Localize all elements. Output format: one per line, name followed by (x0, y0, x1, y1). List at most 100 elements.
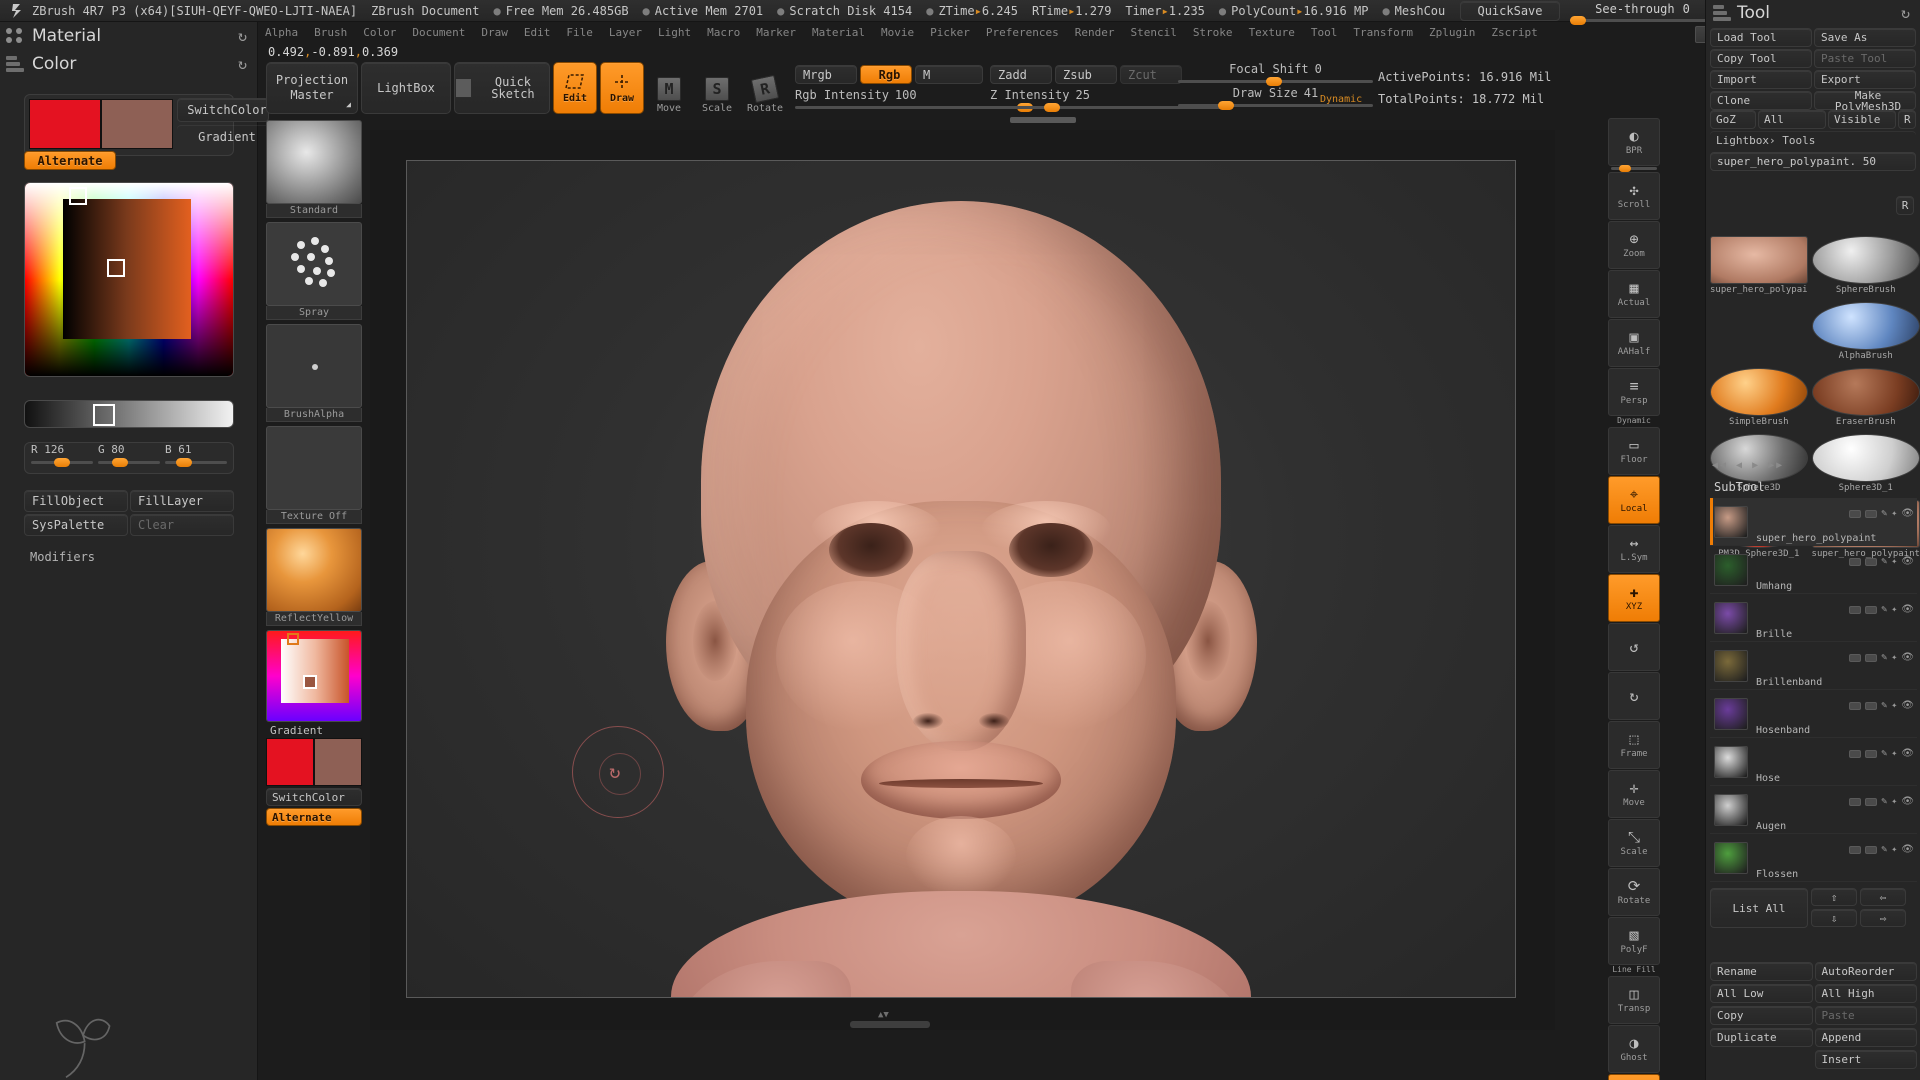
sculpt-canvas[interactable]: ↻ (406, 160, 1516, 998)
gradient-button[interactable]: Gradient (177, 125, 269, 149)
focal-shift-slider[interactable]: Focal Shift 0 (1178, 62, 1373, 86)
syspalette-button[interactable]: SysPalette (24, 514, 128, 536)
subtool-row-brille[interactable]: ✎ ✦ 👁 Brille (1710, 594, 1917, 642)
lightbox-tools-label[interactable]: Lightbox› Tools (1710, 131, 1916, 150)
rail-bpr-slider[interactable] (1611, 165, 1657, 172)
primary-color-swatch[interactable] (29, 99, 101, 149)
saturation-value-field[interactable] (63, 199, 191, 339)
list-all-button[interactable]: List All (1710, 888, 1808, 928)
subtool-icons-5[interactable]: ✎ ✦ 👁 (1849, 748, 1914, 759)
current-tool-row[interactable]: super_hero_polypaint. 50 (1710, 152, 1916, 171)
make-polymesh3d-button[interactable]: Make PolyMesh3D (1814, 90, 1916, 112)
insert-button[interactable]: Insert (1814, 1050, 1917, 1069)
goz-visible-button[interactable]: Visible (1828, 110, 1896, 129)
rail-scale-button[interactable]: ⤡ Scale (1608, 819, 1660, 867)
subtool-polypaint-icon-0[interactable]: ✦ (1891, 508, 1897, 519)
filllayer-button[interactable]: FillLayer (130, 490, 234, 512)
tool-thumb-simplebrush[interactable]: SimpleBrush (1710, 368, 1808, 430)
subtool-icons-2[interactable]: ✎ ✦ 👁 (1849, 604, 1914, 615)
rail-zoom-button[interactable]: ⊕ Zoom (1608, 221, 1660, 269)
menu-item-material[interactable]: Material (805, 25, 872, 40)
m-button[interactable]: M (915, 65, 983, 84)
subtool-icons-0[interactable]: ✎ ✦ 👁 (1849, 508, 1914, 519)
rail-floor-button[interactable]: ▭ Floor (1608, 427, 1660, 475)
mrgb-button[interactable]: Mrgb (795, 65, 857, 84)
dynamic-toggle[interactable]: Dynamic (1320, 94, 1362, 105)
scale-mode-button[interactable]: S Scale (696, 62, 738, 114)
subtool-visibility-toggle-4[interactable] (1849, 701, 1862, 710)
subtool-row-super_hero_polypaint[interactable]: ✎ ✦ 👁 super_hero_polypaint (1710, 498, 1917, 546)
brush-gradient-picker[interactable]: Gradient SwitchColor Alternate (266, 630, 362, 826)
subtool-icons-6[interactable]: ✎ ✦ 👁 (1849, 796, 1914, 807)
quicksave-button[interactable]: QuickSave (1460, 1, 1560, 21)
menu-strip[interactable]: Alpha Brush Color Document Draw Edit File Layer… (258, 23, 1658, 41)
subtool-polypaint-icon-4[interactable]: ✦ (1891, 700, 1897, 711)
rail-bpr-button[interactable]: ◐ BPR (1608, 118, 1660, 166)
menu-item-texture[interactable]: Texture (1242, 25, 1302, 40)
canvas-scroll-arrow-icon[interactable]: ▲▼ (878, 1010, 889, 1020)
subtool-visibility-toggle-6[interactable] (1849, 797, 1862, 806)
rename-button[interactable]: Rename (1710, 962, 1813, 981)
all-high-button[interactable]: All High (1814, 984, 1917, 1003)
subtool-visibility-toggle-7[interactable] (1849, 845, 1862, 854)
subtool-polypaint-icon-6[interactable]: ✦ (1891, 796, 1897, 807)
menu-item-edit[interactable]: Edit (517, 25, 558, 40)
see-through-slider[interactable]: See-through 0 (1570, 2, 1715, 25)
draw-mode-button[interactable]: Draw (600, 62, 644, 114)
color-refresh-icon[interactable]: ↻ (238, 55, 247, 73)
rgb-button[interactable]: Rgb (860, 65, 912, 84)
mini-color-picker[interactable] (266, 630, 362, 722)
rail-aahalf-button[interactable]: ▣ AAHalf (1608, 319, 1660, 367)
rail-ghost-button[interactable]: ◑ Ghost (1608, 1025, 1660, 1073)
rail-scroll-button[interactable]: ✣ Scroll (1608, 172, 1660, 220)
canvas-horizontal-scrollbar[interactable] (850, 1021, 930, 1028)
subtool-eye-toggle-1[interactable] (1865, 557, 1878, 566)
subtool-icons-4[interactable]: ✎ ✦ 👁 (1849, 700, 1914, 711)
menu-item-color[interactable]: Color (356, 25, 403, 40)
menu-item-document[interactable]: Document (405, 25, 472, 40)
subtool-thumb-2[interactable] (1714, 601, 1748, 634)
subtool-brush-icon-4[interactable]: ✎ (1881, 700, 1887, 711)
subtool-eye-icon-0[interactable]: 👁 (1901, 508, 1914, 519)
tool-icon-6[interactable] (1710, 434, 1808, 482)
menu-item-macro[interactable]: Macro (700, 25, 747, 40)
subtool-row-augen[interactable]: ✎ ✦ 👁 Augen (1710, 786, 1917, 834)
edit-mode-button[interactable]: Edit (553, 62, 597, 114)
rail-icon-11-button[interactable]: ↻ (1608, 672, 1660, 720)
subtool-visibility-toggle-3[interactable] (1849, 653, 1862, 662)
autoreorder-button[interactable]: AutoReorder (1814, 962, 1917, 981)
duplicate-button[interactable]: Duplicate (1710, 1028, 1813, 1047)
menu-item-stencil[interactable]: Stencil (1123, 25, 1183, 40)
subtool-eye-toggle-7[interactable] (1865, 845, 1878, 854)
rail-polyf-button[interactable]: ▧ PolyF (1608, 917, 1660, 965)
brush-swatch-pair[interactable] (266, 738, 362, 786)
mini-satval-crosshair[interactable] (303, 675, 317, 689)
subtool-brush-icon-0[interactable]: ✎ (1881, 508, 1887, 519)
brush-switch-color-button[interactable]: SwitchColor (266, 788, 362, 806)
goz-r-button[interactable]: R (1898, 110, 1916, 129)
subtool-nav-arrows[interactable]: ◀◀ ◀ ▶ ▶▶ (1712, 460, 1784, 471)
sculpted-head-model[interactable] (561, 201, 1361, 997)
subtool-visibility-toggle-2[interactable] (1849, 605, 1862, 614)
copy-button[interactable]: Copy (1710, 1006, 1813, 1025)
brush-thumb-texture off[interactable] (266, 426, 362, 510)
brush-slot-texture off[interactable]: Texture Off (266, 426, 362, 524)
subtool-row-flossen[interactable]: ✎ ✦ 👁 Flossen (1710, 834, 1917, 882)
rail-rotate-button[interactable]: ⟳ Rotate (1608, 868, 1660, 916)
rgb-knob-2[interactable] (176, 458, 192, 467)
brush-alternate-button[interactable]: Alternate (266, 808, 362, 826)
subtool-thumb-6[interactable] (1714, 793, 1748, 826)
rail-move-button[interactable]: ✛ Move (1608, 770, 1660, 818)
z-intensity-knob[interactable] (1044, 103, 1060, 112)
save-as-button[interactable]: Save As (1814, 28, 1916, 47)
subtool-thumb-5[interactable] (1714, 745, 1748, 778)
subtool-eye-icon-2[interactable]: 👁 (1901, 604, 1914, 615)
subtool-brush-icon-7[interactable]: ✎ (1881, 844, 1887, 855)
rail-icon-10-button[interactable]: ↺ (1608, 623, 1660, 671)
fillobject-button[interactable]: FillObject (24, 490, 128, 512)
subtool-eye-icon-1[interactable]: 👁 (1901, 556, 1914, 567)
quick-sketch-button[interactable]: Quick Sketch (454, 62, 550, 114)
rail-l-sym-button[interactable]: ↔ L.Sym (1608, 525, 1660, 573)
subtool-eye-icon-7[interactable]: 👁 (1901, 844, 1914, 855)
rgb-knob-0[interactable] (54, 458, 70, 467)
